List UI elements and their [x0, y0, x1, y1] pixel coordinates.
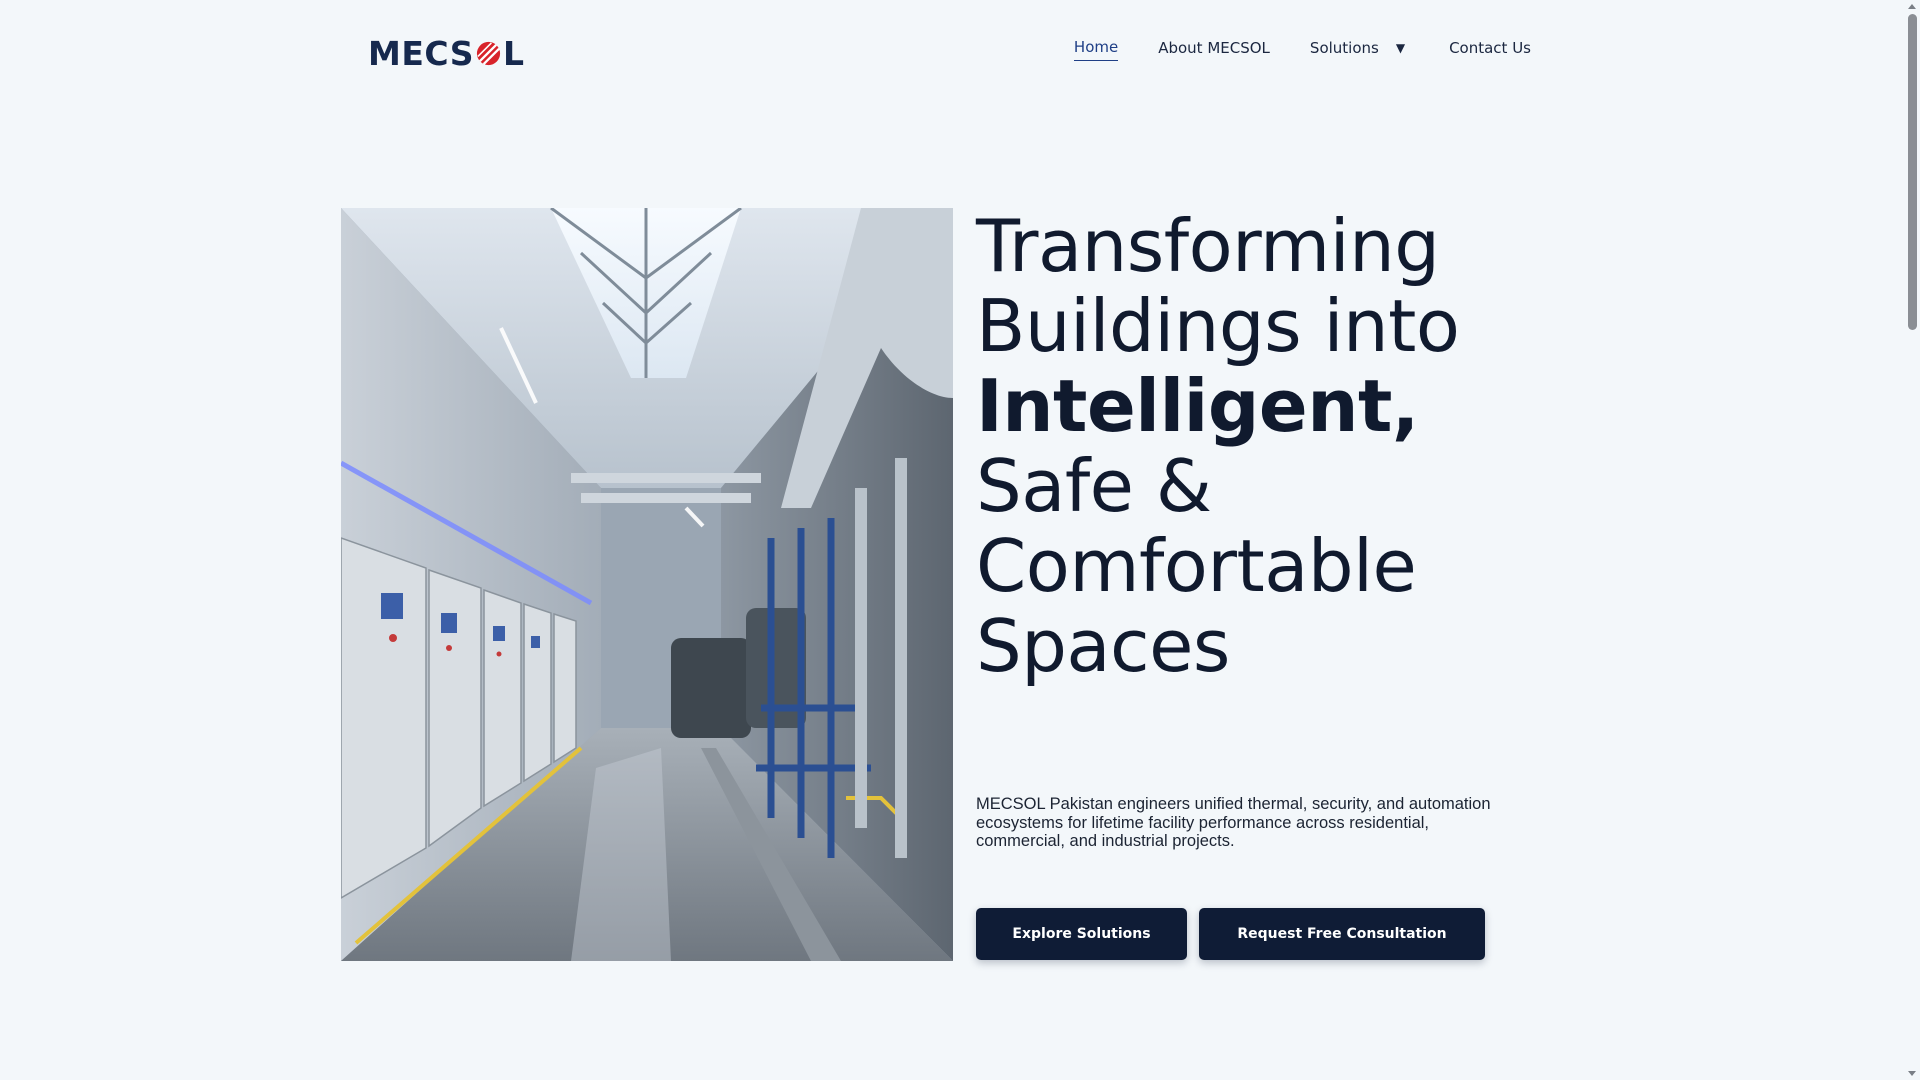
- logo-text-left: MECS: [368, 33, 474, 73]
- headline-line-1: Transforming: [976, 204, 1440, 288]
- site-header: MECS L Home About MECSOL Solutions ▼ Con…: [0, 0, 1905, 104]
- logo-o-icon: [476, 41, 501, 65]
- scroll-up-icon[interactable]: [1908, 4, 1916, 9]
- scrollbar-thumb[interactable]: [1908, 14, 1917, 330]
- explore-solutions-button[interactable]: Explore Solutions: [976, 908, 1187, 960]
- request-consultation-button[interactable]: Request Free Consultation: [1199, 908, 1485, 960]
- headline-line-2: Buildings into: [976, 284, 1460, 368]
- scroll-down-icon[interactable]: [1908, 1071, 1916, 1076]
- page-scrollbar[interactable]: [1905, 0, 1920, 1080]
- headline-line-4: Safe &: [976, 444, 1212, 528]
- plant-room-illustration: [341, 208, 953, 961]
- page: MECS L Home About MECSOL Solutions ▼ Con…: [0, 0, 1920, 1080]
- hero-image: [341, 208, 953, 961]
- chevron-down-icon[interactable]: ▼: [1396, 41, 1405, 59]
- headline-line-3-strong: Intelligent,: [976, 364, 1419, 448]
- hero-intro-text: MECSOL Pakistan engineers unified therma…: [976, 795, 1491, 850]
- main-nav: Home About MECSOL Solutions ▼ Contact Us: [1073, 38, 1531, 61]
- headline-line-5: Comfortable: [976, 524, 1417, 608]
- logo-text-right: L: [502, 33, 525, 73]
- nav-item-home[interactable]: Home: [1073, 38, 1119, 61]
- headline-line-6: Spaces: [976, 604, 1230, 688]
- hero-headline: Transforming Buildings into Intelligent,…: [976, 206, 1536, 686]
- nav-item-solutions-label[interactable]: Solutions: [1310, 39, 1379, 61]
- nav-item-contact[interactable]: Contact Us: [1449, 39, 1531, 61]
- nav-item-solutions[interactable]: Solutions ▼: [1310, 39, 1405, 61]
- nav-item-about[interactable]: About MECSOL: [1158, 39, 1270, 61]
- brand-logo[interactable]: MECS L: [368, 33, 525, 73]
